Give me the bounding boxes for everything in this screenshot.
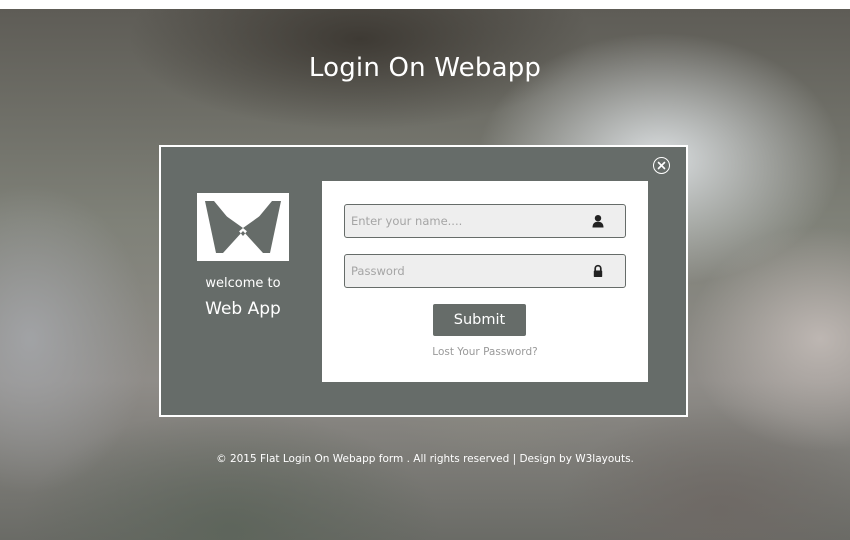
name-input[interactable] xyxy=(345,205,591,237)
password-field[interactable] xyxy=(344,254,626,288)
envelope-icon xyxy=(205,201,281,253)
welcome-text: welcome to xyxy=(205,276,281,291)
page-title: Login On Webapp xyxy=(308,53,542,83)
name-field[interactable] xyxy=(344,204,626,238)
brand-block: welcome to Web App xyxy=(197,193,289,319)
close-icon xyxy=(657,161,666,170)
login-modal: welcome to Web App Submit Lost Your Pass… xyxy=(159,145,688,417)
lock-icon xyxy=(593,264,603,277)
submit-button[interactable]: Submit xyxy=(433,304,526,336)
blurred-background: Login On Webapp welcome to Web App Enter… xyxy=(0,9,850,540)
lost-password-link[interactable]: Lost Your Password? xyxy=(322,346,648,358)
close-button[interactable] xyxy=(653,157,670,174)
app-name: Web App xyxy=(205,299,281,319)
password-input[interactable] xyxy=(345,255,591,287)
logo xyxy=(197,193,289,261)
footer-copyright: © 2015 Flat Login On Webapp form . All r… xyxy=(216,453,634,465)
login-form: Submit Lost Your Password? xyxy=(322,181,648,382)
user-icon xyxy=(592,215,604,228)
